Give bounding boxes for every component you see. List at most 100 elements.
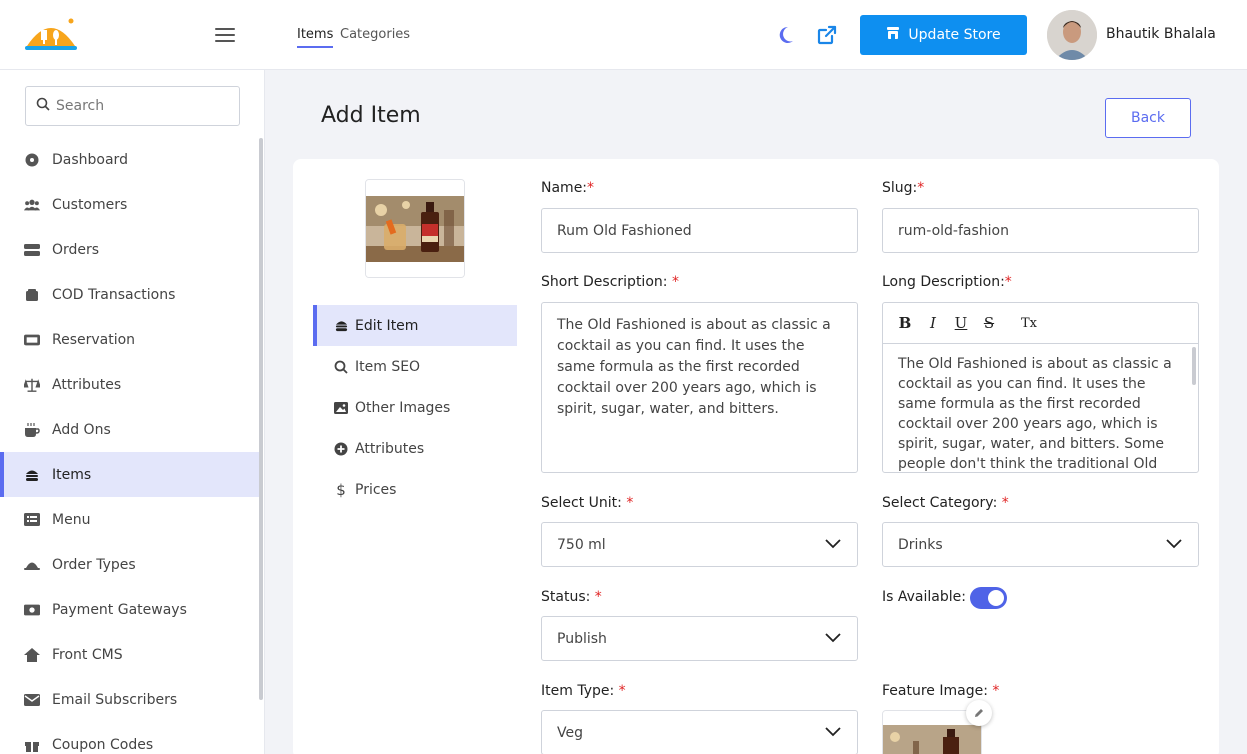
page-title: Add Item xyxy=(321,103,421,128)
hamburger-menu-icon[interactable] xyxy=(213,24,237,46)
dark-mode-moon-icon[interactable] xyxy=(776,23,798,45)
name-label: Name:* xyxy=(541,180,595,196)
chevron-down-icon xyxy=(825,725,841,741)
users-icon xyxy=(24,197,40,213)
sidebar: Dashboard Customers Orders COD Transacti… xyxy=(0,70,265,754)
image-icon xyxy=(333,400,349,416)
sidebar-item-add-ons[interactable]: Add Ons xyxy=(0,407,260,452)
slug-input[interactable]: rum-old-fashion xyxy=(882,208,1199,253)
mug-icon xyxy=(24,422,40,438)
top-bar: Items Categories Update Store Bhautik Bh… xyxy=(0,0,1247,70)
menu-list-icon xyxy=(24,512,40,528)
chevron-down-icon xyxy=(825,631,841,647)
back-button[interactable]: Back xyxy=(1105,98,1191,138)
is-available-toggle[interactable] xyxy=(970,587,1007,609)
required-marker: * xyxy=(1001,495,1009,511)
submenu-attributes[interactable]: Attributes xyxy=(313,428,517,469)
submenu-label: Item SEO xyxy=(355,358,421,375)
tab-categories[interactable]: Categories xyxy=(340,27,410,42)
sidebar-item-label: Items xyxy=(52,466,92,483)
category-label: Select Category: * xyxy=(882,495,1009,511)
sidebar-item-front-cms[interactable]: Front CMS xyxy=(0,632,260,677)
sidebar-item-attributes[interactable]: Attributes xyxy=(0,362,260,407)
chevron-down-icon xyxy=(1166,537,1182,553)
sidebar-item-label: Coupon Codes xyxy=(52,736,154,753)
editor-toolbar: B I U S Tx xyxy=(883,303,1198,344)
feature-image-label: Feature Image: * xyxy=(882,683,1000,699)
dollar-icon: $ xyxy=(336,480,346,499)
submenu-prices[interactable]: $ Prices xyxy=(313,469,517,510)
required-marker: * xyxy=(917,180,925,196)
unit-label: Select Unit: * xyxy=(541,495,634,511)
sidebar-item-dashboard[interactable]: Dashboard xyxy=(0,137,260,182)
home-icon xyxy=(24,647,40,663)
item-type-label: Item Type: * xyxy=(541,683,626,699)
orders-icon xyxy=(24,242,40,258)
sidebar-item-label: Customers xyxy=(52,196,128,213)
item-thumbnail xyxy=(365,179,465,278)
external-link-icon[interactable] xyxy=(816,24,838,46)
sidebar-item-label: Dashboard xyxy=(52,151,128,168)
dashboard-icon xyxy=(24,152,40,168)
submenu-other-images[interactable]: Other Images xyxy=(313,387,517,428)
required-marker: * xyxy=(671,274,679,290)
app-logo[interactable] xyxy=(24,16,78,56)
sidebar-item-cod-transactions[interactable]: COD Transactions xyxy=(0,272,260,317)
sidebar-scrollbar[interactable] xyxy=(259,138,263,700)
required-marker: * xyxy=(1004,274,1012,290)
strikethrough-button[interactable]: S xyxy=(981,314,997,332)
burger-icon xyxy=(24,467,40,483)
plus-circle-icon xyxy=(333,441,349,457)
tray-icon xyxy=(24,557,40,573)
editor-scrollbar[interactable] xyxy=(1192,347,1196,385)
user-avatar[interactable] xyxy=(1047,10,1097,60)
sidebar-item-label: Front CMS xyxy=(52,646,123,663)
sidebar-item-label: Menu xyxy=(52,511,91,528)
name-input[interactable]: Rum Old Fashioned xyxy=(541,208,858,253)
sidebar-item-label: Reservation xyxy=(52,331,136,348)
item-type-value: Veg xyxy=(557,724,583,741)
italic-button[interactable]: I xyxy=(925,314,941,332)
sidebar-item-reservation[interactable]: Reservation xyxy=(0,317,260,362)
required-marker: * xyxy=(626,495,634,511)
bold-button[interactable]: B xyxy=(897,314,913,332)
sidebar-item-customers[interactable]: Customers xyxy=(0,182,260,227)
submenu-label: Attributes xyxy=(355,440,425,457)
sidebar-item-order-types[interactable]: Order Types xyxy=(0,542,260,587)
long-description-label: Long Description:* xyxy=(882,274,1012,290)
underline-button[interactable]: U xyxy=(953,314,969,332)
clear-format-button[interactable]: Tx xyxy=(1021,314,1037,332)
submenu-item-seo[interactable]: Item SEO xyxy=(313,346,517,387)
status-select[interactable]: Publish xyxy=(541,616,858,661)
user-name[interactable]: Bhautik Bhalala xyxy=(1106,26,1216,42)
sidebar-item-label: Payment Gateways xyxy=(52,601,187,618)
edit-pencil-icon[interactable] xyxy=(966,700,992,726)
envelope-icon xyxy=(24,692,40,708)
submenu-edit-item[interactable]: Edit Item xyxy=(313,305,517,346)
tab-items[interactable]: Items xyxy=(297,27,334,48)
sidebar-item-coupon-codes[interactable]: Coupon Codes xyxy=(0,722,260,754)
unit-select[interactable]: 750 ml xyxy=(541,522,858,567)
scale-icon xyxy=(24,377,40,393)
money-icon xyxy=(24,602,40,618)
sidebar-item-menu[interactable]: Menu xyxy=(0,497,260,542)
required-marker: * xyxy=(618,683,626,699)
sidebar-item-label: Attributes xyxy=(52,376,122,393)
store-icon xyxy=(886,26,900,44)
sidebar-item-items[interactable]: Items xyxy=(0,452,260,497)
search-icon xyxy=(333,359,349,375)
long-description-editor: B I U S Tx The Old Fashioned is about as… xyxy=(882,302,1199,473)
sidebar-search xyxy=(25,86,240,126)
update-store-button[interactable]: Update Store xyxy=(860,15,1027,55)
search-input[interactable] xyxy=(56,98,216,114)
item-type-select[interactable]: Veg xyxy=(541,710,858,754)
sidebar-item-email-subscribers[interactable]: Email Subscribers xyxy=(0,677,260,722)
submenu-label: Prices xyxy=(355,481,397,498)
sidebar-item-payment-gateways[interactable]: Payment Gateways xyxy=(0,587,260,632)
sidebar-item-orders[interactable]: Orders xyxy=(0,227,260,272)
short-description-textarea[interactable]: The Old Fashioned is about as classic a … xyxy=(541,302,858,473)
category-select[interactable]: Drinks xyxy=(882,522,1199,567)
slug-label: Slug:* xyxy=(882,180,925,196)
sidebar-item-label: Add Ons xyxy=(52,421,111,438)
long-description-text[interactable]: The Old Fashioned is about as classic a … xyxy=(883,344,1198,472)
